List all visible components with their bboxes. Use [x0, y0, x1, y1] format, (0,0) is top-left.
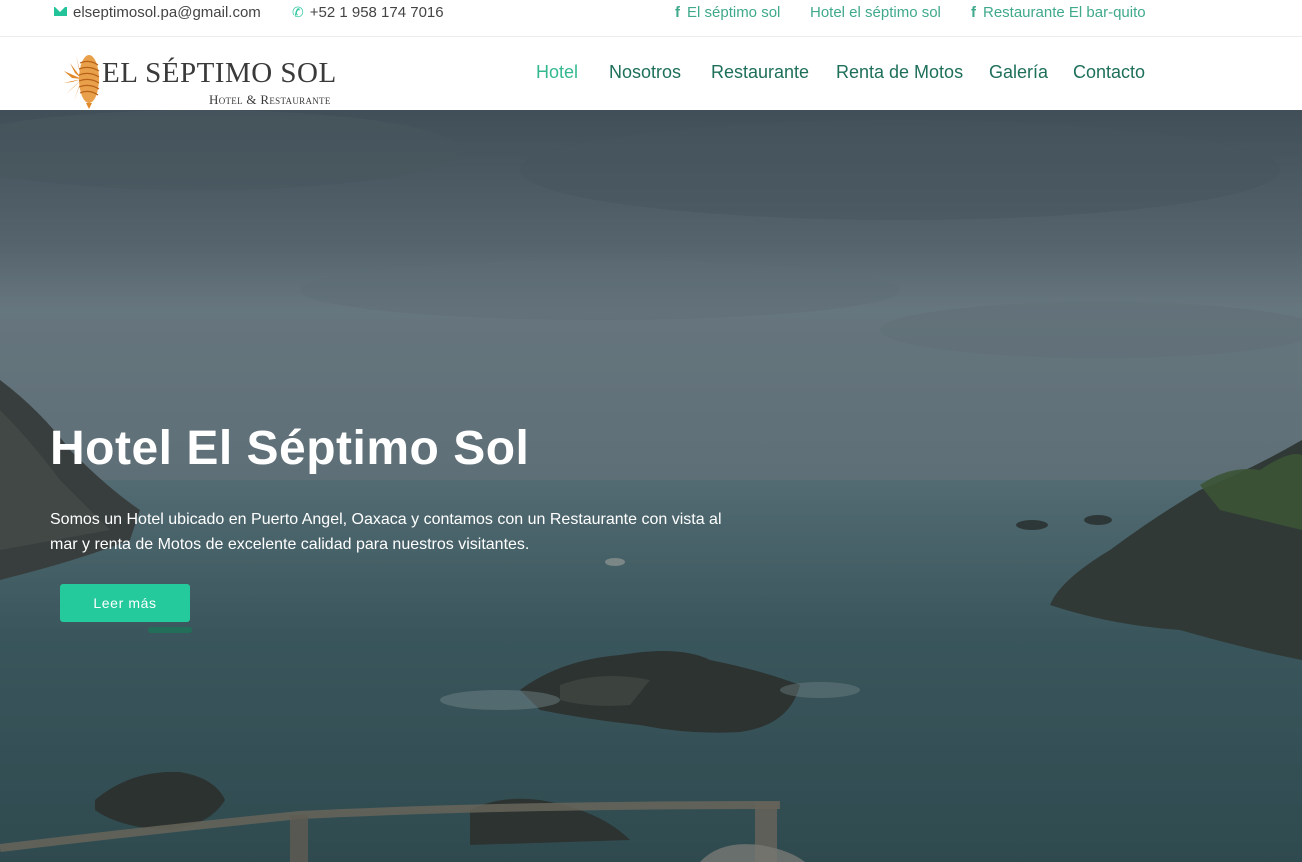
social-label: El séptimo sol	[687, 4, 781, 21]
nav-item-galeria[interactable]: Galería	[989, 61, 1048, 83]
site-logo[interactable]: EL SÉPTIMO SOL Hotel & Restaurante	[62, 49, 337, 109]
logo-title: EL SÉPTIMO SOL	[102, 57, 337, 89]
leer-mas-button[interactable]: Leer más	[60, 584, 190, 622]
nav-item-hotel[interactable]: Hotel	[536, 61, 578, 83]
phone-text: +52 1 958 174 7016	[309, 4, 444, 21]
hero-title: Hotel El Séptimo Sol	[50, 422, 530, 475]
social-label: Hotel el séptimo sol	[810, 4, 941, 21]
phone-link[interactable]: ✆ +52 1 958 174 7016	[292, 4, 444, 22]
logo-subtitle: Hotel & Restaurante	[209, 92, 331, 107]
phone-icon: ✆	[292, 4, 304, 21]
nav-item-contacto[interactable]: Contacto	[1073, 61, 1145, 83]
nav-item-nosotros[interactable]: Nosotros	[609, 61, 681, 83]
sun-shell-logo-icon	[63, 55, 100, 109]
site-header: EL SÉPTIMO SOL Hotel & Restaurante Hotel…	[0, 37, 1302, 110]
social-link-restaurante[interactable]: f Restaurante El bar-quito	[971, 4, 1146, 22]
email-link[interactable]: elseptimosol.pa@gmail.com	[54, 4, 261, 22]
nav-item-restaurante[interactable]: Restaurante	[711, 61, 809, 83]
hero-background-image	[0, 110, 1302, 862]
envelope-icon	[54, 6, 67, 16]
social-link-el-septimo-sol[interactable]: f El séptimo sol	[675, 4, 780, 22]
facebook-icon: f	[971, 4, 976, 21]
social-link-hotel[interactable]: Hotel el séptimo sol	[810, 4, 941, 22]
top-info-bar: elseptimosol.pa@gmail.com ✆ +52 1 958 174…	[0, 0, 1302, 37]
hero-banner: Hotel El Séptimo Sol Somos un Hotel ubic…	[0, 110, 1302, 862]
nav-item-renta-de-motos[interactable]: Renta de Motos	[836, 61, 963, 83]
social-label: Restaurante El bar-quito	[983, 4, 1146, 21]
facebook-icon: f	[675, 4, 680, 21]
email-text: elseptimosol.pa@gmail.com	[73, 4, 261, 21]
hero-description: Somos un Hotel ubicado en Puerto Angel, …	[50, 511, 722, 553]
